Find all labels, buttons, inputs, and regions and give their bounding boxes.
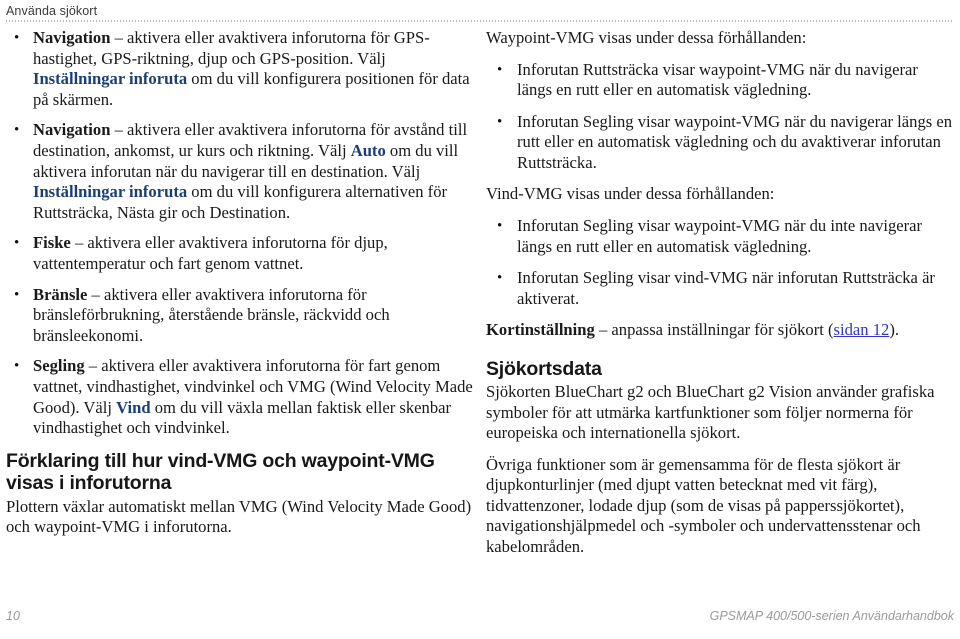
list-item-text: – aktivera eller avaktivera inforutorna … [33, 284, 390, 345]
list-item-term: Fiske [33, 233, 71, 253]
list-item: • Navigation – aktivera eller avaktivera … [6, 28, 476, 110]
list-item: • Inforutan Segling visar waypoint-VMG nä… [486, 216, 956, 257]
list-item: • Navigation – aktivera eller avaktivera … [6, 120, 476, 223]
list-item-text: Inforutan Segling visar waypoint-VMG när… [517, 111, 953, 172]
kortinstallning-text-after: ). [889, 320, 899, 340]
bullet-icon: • [14, 358, 20, 375]
bullet-icon: • [497, 61, 503, 78]
waypoint-vmg-intro: Waypoint-VMG visas under dessa förhållan… [486, 28, 807, 47]
list-item: • Inforutan Segling visar vind-VMG när in… [486, 268, 956, 309]
right-column: Waypoint-VMG visas under dessa förhållan… [486, 28, 956, 568]
list-item-text: Inforutan Ruttsträcka visar waypoint-VMG… [517, 59, 918, 100]
bullet-icon: • [14, 122, 20, 139]
list-item-text: Inforutan Segling visar vind-VMG när inf… [517, 268, 935, 308]
list-item-term: Bränsle [33, 284, 88, 304]
body-columns: • Navigation – aktivera eller avaktivera … [0, 28, 960, 578]
vind-vmg-intro: Vind-VMG visas under dessa förhållanden: [486, 184, 775, 204]
bullet-icon: • [497, 270, 503, 287]
waypoint-vmg-bullet-list: • Inforutan Ruttsträcka visar waypoint-VM… [486, 60, 956, 174]
running-header-title: Använda sjökort [6, 4, 98, 18]
list-item: • Segling – aktivera eller avaktivera inf… [6, 356, 476, 438]
kortinstallning-paragraph: Kortinställning – anpassa inställningar … [486, 320, 956, 341]
bullet-icon: • [14, 235, 20, 252]
list-item-term: Navigation [33, 28, 111, 47]
vind-vmg-bullet-list: • Inforutan Segling visar waypoint-VMG nä… [486, 216, 956, 309]
bullet-icon: • [497, 217, 503, 234]
sidan-12-link[interactable]: sidan 12 [834, 320, 890, 339]
running-header: Använda sjökort [6, 0, 954, 24]
sjokortsdata-paragraph-2: Övriga funktioner som är gemensamma för … [486, 454, 921, 556]
list-item-text: Inforutan Segling visar waypoint-VMG när… [517, 215, 923, 256]
list-item-emphasis: Auto [350, 140, 386, 160]
section-heading-vmg: Förklaring till hur vind-VMG och waypoin… [6, 449, 435, 495]
kortinstallning-text-before: – anpassa inställningar för sjökort ( [594, 320, 834, 340]
list-item: • Fiske – aktivera eller avaktivera infor… [6, 233, 476, 274]
page-number: 10 [6, 609, 20, 623]
section-paragraph-vmg: Plottern växlar automatiskt mellan VMG (… [6, 496, 472, 537]
page-footer: 10 GPSMAP 400/500-serien Användarhandbok [6, 609, 954, 629]
list-item-emphasis: Inställningar inforuta [33, 182, 188, 202]
kortinstallning-term: Kortinställning [486, 320, 595, 340]
list-item-emphasis: Inställningar inforuta [33, 69, 188, 89]
list-item-text: – aktivera eller avaktivera inforutorna … [33, 233, 388, 273]
list-item: • Inforutan Segling visar waypoint-VMG nä… [486, 112, 956, 174]
list-item-emphasis: Vind [116, 397, 151, 417]
left-column: • Navigation – aktivera eller avaktivera … [6, 28, 476, 549]
bullet-icon: • [497, 113, 503, 130]
manual-title: GPSMAP 400/500-serien Användarhandbok [709, 609, 954, 623]
document-page: Använda sjökort • Navigation – aktivera e… [0, 0, 960, 639]
bullet-icon: • [14, 286, 20, 303]
left-bullet-list: • Navigation – aktivera eller avaktivera … [6, 28, 476, 439]
section-heading-sjokortsdata: Sjökortsdata [486, 357, 602, 380]
list-item: • Bränsle – aktivera eller avaktivera inf… [6, 285, 476, 347]
list-item: • Inforutan Ruttsträcka visar waypoint-VM… [486, 60, 956, 101]
list-item-term: Segling [33, 356, 85, 376]
bullet-icon: • [14, 30, 20, 46]
header-divider-rule [6, 20, 954, 22]
list-item-term: Navigation [33, 120, 111, 140]
sjokortsdata-paragraph-1: Sjökorten BlueChart g2 och BlueChart g2 … [486, 382, 935, 443]
